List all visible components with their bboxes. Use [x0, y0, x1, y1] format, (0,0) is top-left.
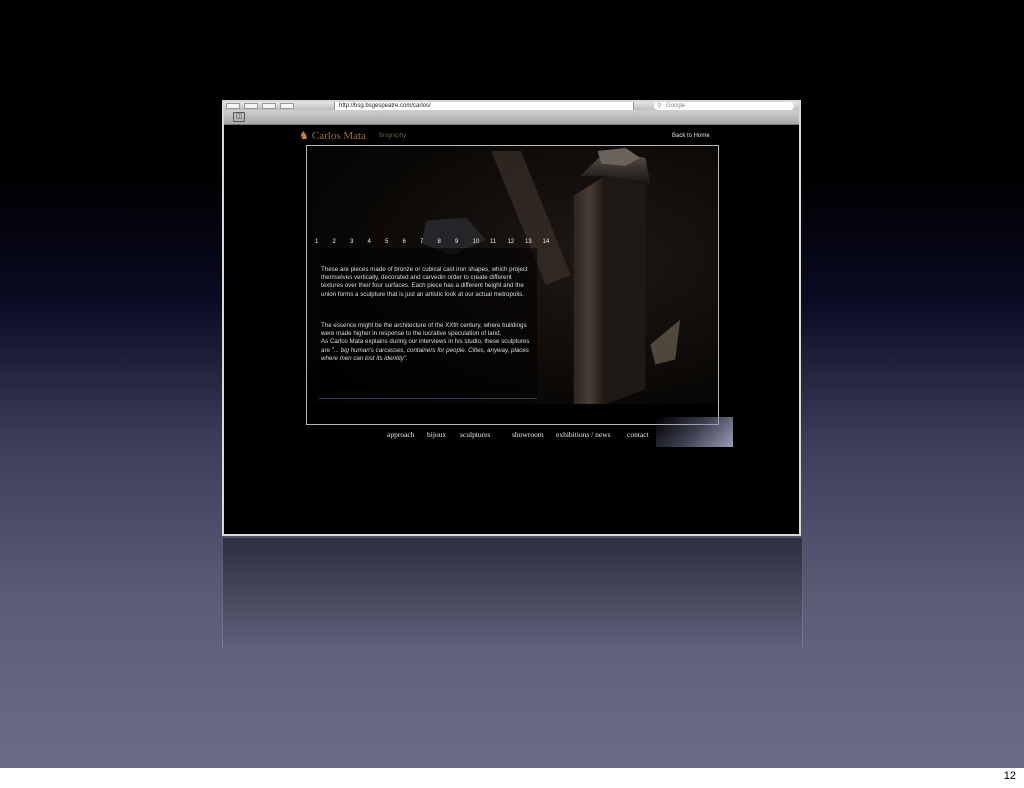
- search-icon: ⚲: [657, 103, 662, 109]
- image-number-link[interactable]: 1: [315, 239, 333, 245]
- image-number-link[interactable]: 9: [455, 239, 473, 245]
- nav-showroom[interactable]: showroom: [512, 430, 544, 439]
- reload-button[interactable]: [262, 103, 276, 109]
- artist-quote: "... big human's carcasses, containers f…: [321, 346, 529, 362]
- image-number-link[interactable]: 8: [438, 239, 456, 245]
- image-number-link[interactable]: 2: [333, 239, 351, 245]
- image-number-link[interactable]: 7: [420, 239, 438, 245]
- logo-text: Carlos Mata: [311, 130, 366, 142]
- nav-decoration: [656, 417, 733, 447]
- image-number-link[interactable]: 5: [385, 239, 403, 245]
- browser-toolbar: http://bsg.bsgespeatre.com/carlos/ ⚲ Goo…: [224, 102, 799, 110]
- description-paragraph-1: These are pieces made of bronze or cubic…: [321, 266, 528, 298]
- image-number-link[interactable]: 14: [543, 239, 561, 245]
- nav-exhibitions-news[interactable]: exhibitions / news: [556, 430, 611, 439]
- search-field[interactable]: ⚲ Google: [654, 102, 794, 110]
- image-number-link[interactable]: 6: [403, 239, 421, 245]
- open-book-icon[interactable]: ◫: [233, 112, 245, 122]
- nav-sculptures[interactable]: sculptures: [460, 430, 490, 439]
- slide-page-number: 12: [1003, 770, 1016, 782]
- nav-bijoux[interactable]: bijoux: [427, 430, 446, 439]
- horse-icon: ♞: [299, 130, 309, 142]
- back-to-home-link[interactable]: Back to Home: [672, 133, 710, 139]
- add-bookmark-button[interactable]: [280, 103, 294, 109]
- image-number-link[interactable]: 10: [473, 239, 491, 245]
- image-number-link[interactable]: 12: [508, 239, 526, 245]
- bookmarks-bar: ◫: [224, 110, 799, 125]
- image-number-link[interactable]: 13: [525, 239, 543, 245]
- image-number-link[interactable]: 3: [350, 239, 368, 245]
- image-number-link[interactable]: 11: [490, 239, 508, 245]
- image-number-nav: 1 2 3 4 5 6 7 8 9 10 11 12 13 14: [315, 239, 560, 245]
- browser-window: http://bsg.bsgespeatre.com/carlos/ ⚲ Goo…: [222, 100, 801, 536]
- address-bar[interactable]: http://bsg.bsgespeatre.com/carlos/: [334, 102, 634, 110]
- description-paragraph-2-line-1: The essence might be the architecture of…: [321, 322, 527, 338]
- forward-button[interactable]: [244, 103, 258, 109]
- description-paragraph-2: The essence might be the architecture of…: [321, 322, 533, 363]
- site-logo[interactable]: ♞ Carlos Mata: [299, 129, 366, 142]
- gallery-frame: 1 2 3 4 5 6 7 8 9 10 11 12 13 14 These are pieces mad…: [306, 145, 719, 425]
- site-subtitle[interactable]: Biography: [379, 133, 406, 139]
- back-button[interactable]: [226, 103, 240, 109]
- nav-approach[interactable]: approach: [387, 430, 414, 439]
- browser-reflection: [222, 538, 803, 648]
- presentation-slide: http://bsg.bsgespeatre.com/carlos/ ⚲ Goo…: [0, 0, 1024, 768]
- nav-contact[interactable]: contact: [627, 430, 649, 439]
- search-placeholder: Google: [666, 103, 686, 109]
- image-number-link[interactable]: 4: [368, 239, 386, 245]
